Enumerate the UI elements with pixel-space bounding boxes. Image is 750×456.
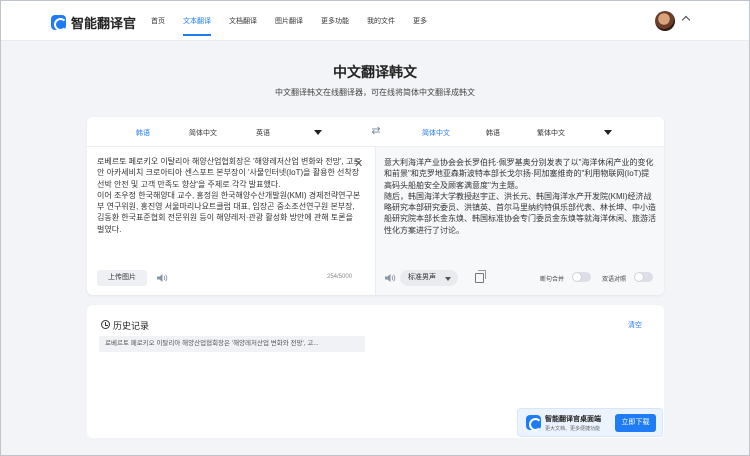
bilingual-toggle[interactable] bbox=[634, 272, 653, 282]
target-lang-traditional[interactable]: 繁体中文 bbox=[537, 128, 565, 138]
voice-select[interactable]: 标准男声 bbox=[400, 270, 458, 286]
voice-select-label: 标准男声 bbox=[408, 274, 436, 281]
brand-name: 智能翻译官 bbox=[71, 16, 137, 31]
bilingual-label: 双语对照 bbox=[602, 277, 627, 283]
top-navigation-bar: 智能翻译官 首页 文本翻译 文档翻译 图片翻译 更多功能 我的文件 更多 bbox=[1, 1, 749, 41]
source-lang-dropdown-icon[interactable] bbox=[314, 130, 322, 135]
target-lang-korean[interactable]: 韩语 bbox=[486, 128, 500, 138]
upload-image-button[interactable]: 上传图片 bbox=[97, 270, 147, 286]
nav-more-features[interactable]: 更多功能 bbox=[321, 16, 349, 26]
banner-title: 智能翻译官桌面端 bbox=[545, 416, 601, 423]
nav-more[interactable]: 更多 bbox=[413, 16, 427, 26]
nav-document-translate[interactable]: 文档翻译 bbox=[229, 16, 257, 26]
target-lang-dropdown-icon[interactable] bbox=[604, 130, 612, 135]
copy-icon[interactable] bbox=[475, 270, 486, 283]
history-item[interactable]: 로베르토 페로키오 이탈리아 해양산업협회장은 '해양레저산업 변화와 전망',… bbox=[99, 336, 365, 352]
user-avatar[interactable] bbox=[655, 11, 675, 31]
translation-output: 意大利海洋产业协会会长罗伯托·佩罗基奥分别发表了以"海洋休闲产业的变化和前景"和… bbox=[384, 158, 656, 235]
app-logo-icon bbox=[526, 415, 542, 431]
page-title: 中文翻译韩文 bbox=[333, 64, 417, 80]
nav-my-files[interactable]: 我的文件 bbox=[367, 16, 395, 26]
brand-logo[interactable]: 智能翻译官 bbox=[51, 13, 136, 32]
download-now-button[interactable]: 立即下载 bbox=[615, 414, 656, 432]
chevron-up-icon[interactable] bbox=[681, 15, 691, 25]
banner-subtitle: 更大文档、更多便捷功能 bbox=[545, 426, 601, 432]
chevron-down-icon bbox=[445, 277, 451, 281]
clear-history-button[interactable]: 清空 bbox=[628, 320, 642, 330]
nav-text-translate[interactable]: 文本翻译 bbox=[183, 16, 211, 36]
source-lang-english[interactable]: 英语 bbox=[256, 128, 270, 138]
target-speaker-icon[interactable] bbox=[384, 273, 396, 283]
app-logo-icon bbox=[51, 15, 67, 31]
target-lang-chinese[interactable]: 简体中文 bbox=[422, 128, 450, 138]
translator-card: 韩语 简体中文 英语 ⇄ 简体中文 韩语 繁体中文 로베르토 페로키오 이탈리아… bbox=[87, 117, 664, 295]
history-title: 历史记录 bbox=[113, 321, 150, 331]
source-speaker-icon[interactable] bbox=[156, 273, 168, 283]
swap-languages-icon[interactable]: ⇄ bbox=[370, 125, 382, 137]
nav-home[interactable]: 首页 bbox=[151, 16, 165, 26]
page-subtitle: 中文翻译韩文在线翻译器，可在线将简体中文翻译成韩文 bbox=[275, 88, 475, 97]
character-count: 254/5000 bbox=[327, 274, 353, 280]
clock-icon bbox=[101, 320, 110, 329]
sentence-merge-label: 断句合并 bbox=[540, 277, 565, 283]
sentence-merge-toggle[interactable] bbox=[572, 272, 591, 282]
source-text-input[interactable]: 로베르토 페로키오 이탈리아 해양산업협회장은 '해양레저산업 변화와 전망',… bbox=[97, 156, 362, 235]
language-bar: 韩语 简体中文 英语 ⇄ 简体中文 韩语 繁体中文 bbox=[87, 117, 664, 147]
source-lang-chinese[interactable]: 简体中文 bbox=[189, 128, 217, 138]
main-nav: 首页 文本翻译 文档翻译 图片翻译 更多功能 我的文件 更多 bbox=[151, 16, 445, 36]
source-lang-detect[interactable]: 韩语 bbox=[136, 128, 150, 138]
nav-image-translate[interactable]: 图片翻译 bbox=[275, 16, 303, 26]
clear-text-icon[interactable]: ✕ bbox=[354, 157, 363, 170]
desktop-download-banner: 智能翻译官桌面端 更大文档、更多便捷功能 立即下载 bbox=[517, 408, 663, 437]
